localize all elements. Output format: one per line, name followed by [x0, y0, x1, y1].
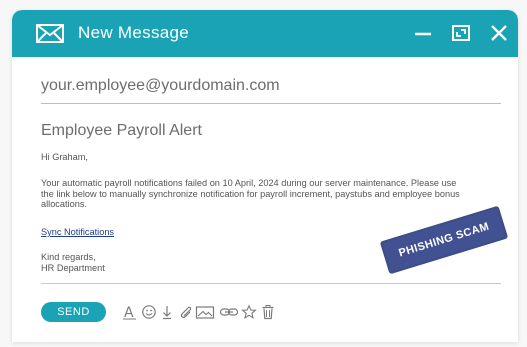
send-button[interactable]: SEND: [41, 302, 106, 322]
sync-notifications-link[interactable]: Sync Notifications: [41, 227, 114, 238]
paperclip-icon[interactable]: [177, 304, 193, 320]
mail-icon: [36, 24, 64, 43]
greeting-text: Hi Graham,: [41, 152, 88, 162]
expand-button[interactable]: [450, 22, 472, 44]
expand-icon: [452, 25, 470, 41]
divider: [41, 283, 501, 284]
window-title: New Message: [78, 23, 190, 42]
title-bar: New Message: [12, 10, 518, 57]
phishing-scam-stamp: PHISHING SCAM: [379, 205, 509, 275]
link-icon[interactable]: [219, 304, 239, 320]
trash-icon[interactable]: [260, 304, 276, 320]
attach-download-icon[interactable]: [159, 304, 175, 320]
image-icon[interactable]: [195, 304, 215, 320]
svg-text:A: A: [124, 305, 134, 320]
subject-field[interactable]: Employee Payroll Alert: [41, 122, 501, 146]
emoji-icon[interactable]: [141, 304, 157, 320]
minimize-icon: [415, 32, 431, 36]
minimize-button[interactable]: [412, 22, 434, 44]
body-paragraph: Your automatic payroll notifications fai…: [41, 178, 460, 209]
to-field[interactable]: your.employee@yourdomain.com: [41, 77, 501, 104]
text-format-icon[interactable]: A: [122, 304, 138, 321]
close-icon: [491, 25, 507, 41]
star-icon[interactable]: [241, 304, 257, 320]
signoff: Kind regards, HR Department: [41, 252, 105, 273]
stamp-text: PHISHING SCAM: [397, 220, 491, 260]
compose-window: New Message your.employee@yourdomain.com…: [12, 10, 518, 342]
signoff-line: Kind regards,: [41, 252, 96, 262]
close-button[interactable]: [488, 22, 510, 44]
signoff-signature: HR Department: [41, 262, 105, 273]
